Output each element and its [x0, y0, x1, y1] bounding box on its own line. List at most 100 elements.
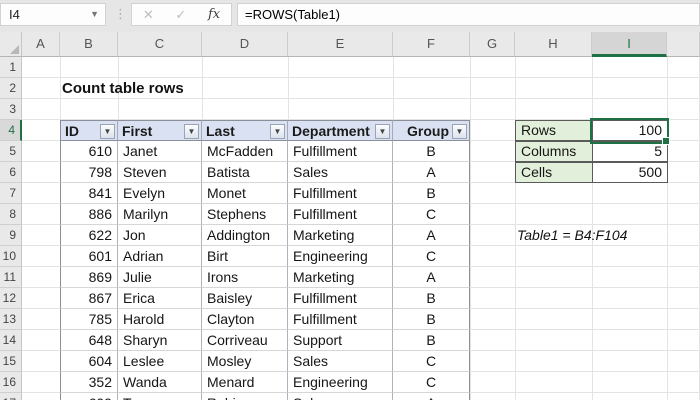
insert-function-icon[interactable]: fx [208, 7, 220, 22]
formula-input[interactable]: =ROWS(Table1) [237, 3, 700, 26]
table-cell-B17[interactable]: 609 [60, 393, 118, 400]
table-cell-E15[interactable]: Sales [288, 351, 393, 372]
table-cell-E10[interactable]: Engineering [288, 246, 393, 267]
chevron-down-icon[interactable]: ▼ [90, 4, 99, 25]
row-header-17[interactable]: 17 [0, 393, 22, 400]
table-cell-F7[interactable]: B [393, 183, 470, 204]
filter-button-group[interactable]: ▼ [452, 124, 467, 139]
column-header-E[interactable]: E [288, 32, 393, 57]
table-cell-E13[interactable]: Fulfillment [288, 309, 393, 330]
table-cell-D15[interactable]: Mosley [202, 351, 288, 372]
name-box[interactable]: I4 ▼ [0, 3, 106, 26]
column-header-B[interactable]: B [60, 32, 118, 57]
table-cell-D8[interactable]: Stephens [202, 204, 288, 225]
table-cell-B7[interactable]: 841 [60, 183, 118, 204]
table-cell-C9[interactable]: Jon [118, 225, 202, 246]
column-header-C[interactable]: C [118, 32, 202, 57]
table-cell-D17[interactable]: Robinson [202, 393, 288, 400]
table-cell-C10[interactable]: Adrian [118, 246, 202, 267]
table-cell-B10[interactable]: 601 [60, 246, 118, 267]
table-cell-F16[interactable]: C [393, 372, 470, 393]
table-cell-D11[interactable]: Irons [202, 267, 288, 288]
enter-icon[interactable]: ✓ [175, 7, 186, 23]
filter-button-first[interactable]: ▼ [184, 124, 199, 139]
fill-handle[interactable] [662, 137, 670, 145]
table-cell-D7[interactable]: Monet [202, 183, 288, 204]
table-cell-B6[interactable]: 798 [60, 162, 118, 183]
table-cell-F17[interactable]: A [393, 393, 470, 400]
cell-I5[interactable]: 5 [592, 141, 668, 162]
table-cell-B16[interactable]: 352 [60, 372, 118, 393]
row-header-15[interactable]: 15 [0, 351, 22, 372]
table-cell-D10[interactable]: Birt [202, 246, 288, 267]
table-cell-D6[interactable]: Batista [202, 162, 288, 183]
row-header-8[interactable]: 8 [0, 204, 22, 225]
table-cell-C17[interactable]: Tammy [118, 393, 202, 400]
table-cell-E11[interactable]: Marketing [288, 267, 393, 288]
table-cell-C7[interactable]: Evelyn [118, 183, 202, 204]
column-header-I[interactable]: I [592, 32, 667, 57]
table-cell-B13[interactable]: 785 [60, 309, 118, 330]
row-header-4[interactable]: 4 [0, 120, 22, 141]
table-cell-E5[interactable]: Fulfillment [288, 141, 393, 162]
cell-H4[interactable]: Rows [515, 120, 593, 141]
table-cell-B5[interactable]: 610 [60, 141, 118, 162]
filter-button-department[interactable]: ▼ [375, 124, 390, 139]
table-cell-B9[interactable]: 622 [60, 225, 118, 246]
row-header-10[interactable]: 10 [0, 246, 22, 267]
table-cell-E6[interactable]: Sales [288, 162, 393, 183]
row-header-7[interactable]: 7 [0, 183, 22, 204]
row-header-14[interactable]: 14 [0, 330, 22, 351]
table-cell-F8[interactable]: C [393, 204, 470, 225]
table-cell-E12[interactable]: Fulfillment [288, 288, 393, 309]
table-cell-B15[interactable]: 604 [60, 351, 118, 372]
table-cell-B8[interactable]: 886 [60, 204, 118, 225]
table-header-id[interactable]: ID ▼ [60, 120, 118, 141]
row-header-3[interactable]: 3 [0, 99, 22, 120]
table-cell-D9[interactable]: Addington [202, 225, 288, 246]
table-header-last[interactable]: Last ▼ [202, 120, 288, 141]
row-header-13[interactable]: 13 [0, 309, 22, 330]
table-cell-E14[interactable]: Support [288, 330, 393, 351]
column-header-H[interactable]: H [515, 32, 592, 57]
table-cell-C16[interactable]: Wanda [118, 372, 202, 393]
column-header-D[interactable]: D [202, 32, 288, 57]
cell-H5[interactable]: Columns [515, 141, 593, 162]
row-header-5[interactable]: 5 [0, 141, 22, 162]
table-cell-C11[interactable]: Julie [118, 267, 202, 288]
table-cell-C13[interactable]: Harold [118, 309, 202, 330]
table-header-group[interactable]: Group ▼ [393, 120, 470, 141]
table-cell-D12[interactable]: Baisley [202, 288, 288, 309]
table-cell-B11[interactable]: 869 [60, 267, 118, 288]
table-cell-F9[interactable]: A [393, 225, 470, 246]
row-header-16[interactable]: 16 [0, 372, 22, 393]
table-cell-D14[interactable]: Corriveau [202, 330, 288, 351]
table-cell-C5[interactable]: Janet [118, 141, 202, 162]
select-all-button[interactable] [0, 32, 22, 57]
column-header-J[interactable] [667, 32, 700, 57]
row-header-1[interactable]: 1 [0, 57, 22, 78]
column-header-G[interactable]: G [470, 32, 515, 57]
table-cell-D16[interactable]: Menard [202, 372, 288, 393]
row-header-2[interactable]: 2 [0, 78, 22, 99]
row-header-9[interactable]: 9 [0, 225, 22, 246]
table-cell-D5[interactable]: McFadden [202, 141, 288, 162]
table-cell-C8[interactable]: Marilyn [118, 204, 202, 225]
filter-button-last[interactable]: ▼ [270, 124, 285, 139]
table-cell-F6[interactable]: A [393, 162, 470, 183]
table-cell-F13[interactable]: B [393, 309, 470, 330]
column-header-F[interactable]: F [393, 32, 470, 57]
table-cell-F5[interactable]: B [393, 141, 470, 162]
cell-H6[interactable]: Cells [515, 162, 593, 183]
table-cell-F11[interactable]: A [393, 267, 470, 288]
table-cell-F15[interactable]: C [393, 351, 470, 372]
cancel-icon[interactable]: ✕ [143, 7, 154, 23]
table-header-first[interactable]: First ▼ [118, 120, 202, 141]
table-cell-F10[interactable]: C [393, 246, 470, 267]
table-cell-E17[interactable]: Sales [288, 393, 393, 400]
table-header-department[interactable]: Department ▼ [288, 120, 393, 141]
table-cell-C12[interactable]: Erica [118, 288, 202, 309]
table-cell-F14[interactable]: B [393, 330, 470, 351]
filter-button-id[interactable]: ▼ [100, 124, 115, 139]
row-header-11[interactable]: 11 [0, 267, 22, 288]
